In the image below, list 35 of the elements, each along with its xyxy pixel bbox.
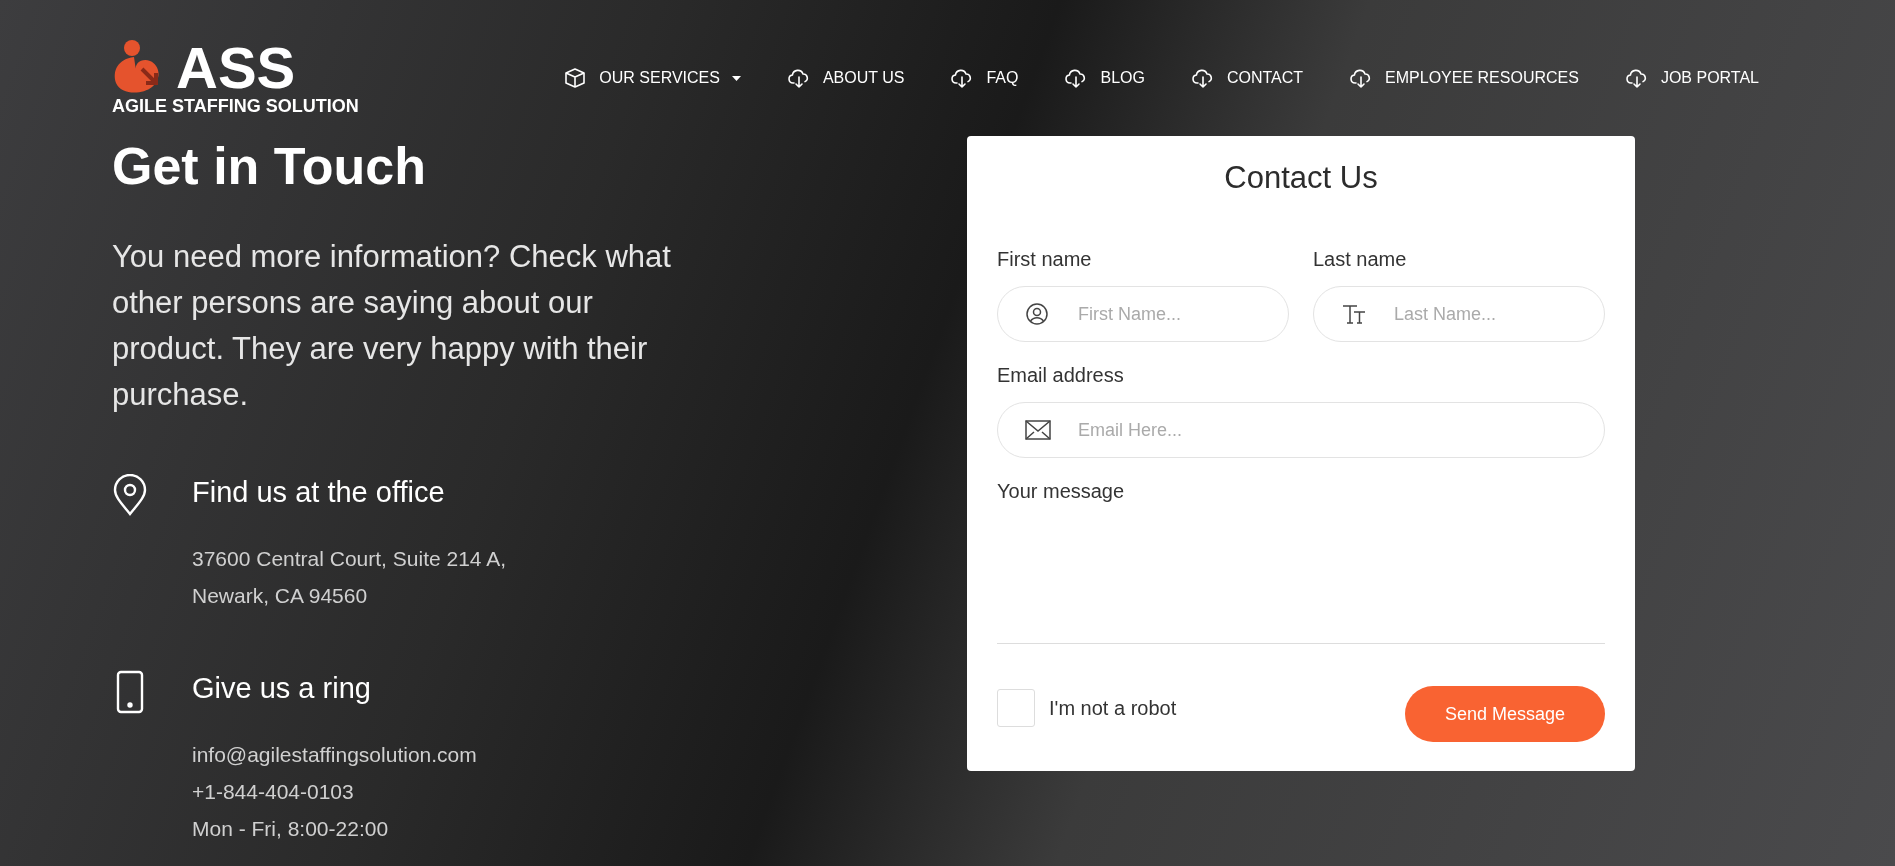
field-label: Email address [997, 363, 1125, 388]
info-text: Newark, CA 94560 [192, 583, 369, 609]
input-field[interactable]: Last Name... [1313, 286, 1605, 342]
info-text: 37600 Central Court, Suite 214 A, [192, 546, 507, 572]
nav-link[interactable]: JOB PORTAL [1624, 66, 1759, 90]
info-text: info@agilestaffingsolution.com [192, 742, 477, 768]
nav-link[interactable]: FAQ [950, 66, 1019, 90]
box-icon [563, 66, 588, 90]
intro-paragraph: You need more information? Check what other persons are saying about our product. They are very happy with their purchase. [112, 238, 672, 414]
page-heading: Get in Touch [112, 136, 427, 196]
field-label: Last name [1313, 247, 1408, 272]
info-title: Give us a ring [192, 671, 372, 706]
logo-wordmark: ASS [176, 41, 296, 95]
nav-link[interactable]: EMPLOYEE RESOURCES [1349, 66, 1579, 90]
envelope-icon [1025, 420, 1051, 440]
info-title: Find us at the office [192, 475, 446, 510]
nav-dropdown[interactable]: OUR SERVICES [563, 66, 741, 90]
nav-link[interactable]: ABOUT US [786, 66, 905, 90]
text-size-icon [1341, 303, 1367, 325]
field-label: Your message [997, 479, 1126, 504]
input-field[interactable]: Email Here... [997, 402, 1605, 458]
form-title: Contact Us [1223, 159, 1379, 197]
info-text: +1-844-404-0103 [192, 779, 355, 805]
smartphone-icon [115, 670, 145, 714]
field-label: First name [997, 247, 1093, 272]
caret-icon [731, 75, 741, 81]
captcha-label: I'm not a robot [1049, 696, 1177, 721]
input-field[interactable]: First Name... [997, 286, 1289, 342]
info-text: Mon - Fri, 8:00-22:00 [192, 816, 390, 842]
captcha-checkbox[interactable] [997, 689, 1035, 727]
nav-link[interactable]: BLOG [1064, 66, 1145, 90]
map-pin-icon [112, 474, 148, 516]
user-circle-icon [1025, 302, 1049, 326]
nav-link[interactable]: CONTACT [1190, 66, 1304, 90]
logo-tagline: AGILE STAFFING SOLUTION [112, 95, 359, 117]
